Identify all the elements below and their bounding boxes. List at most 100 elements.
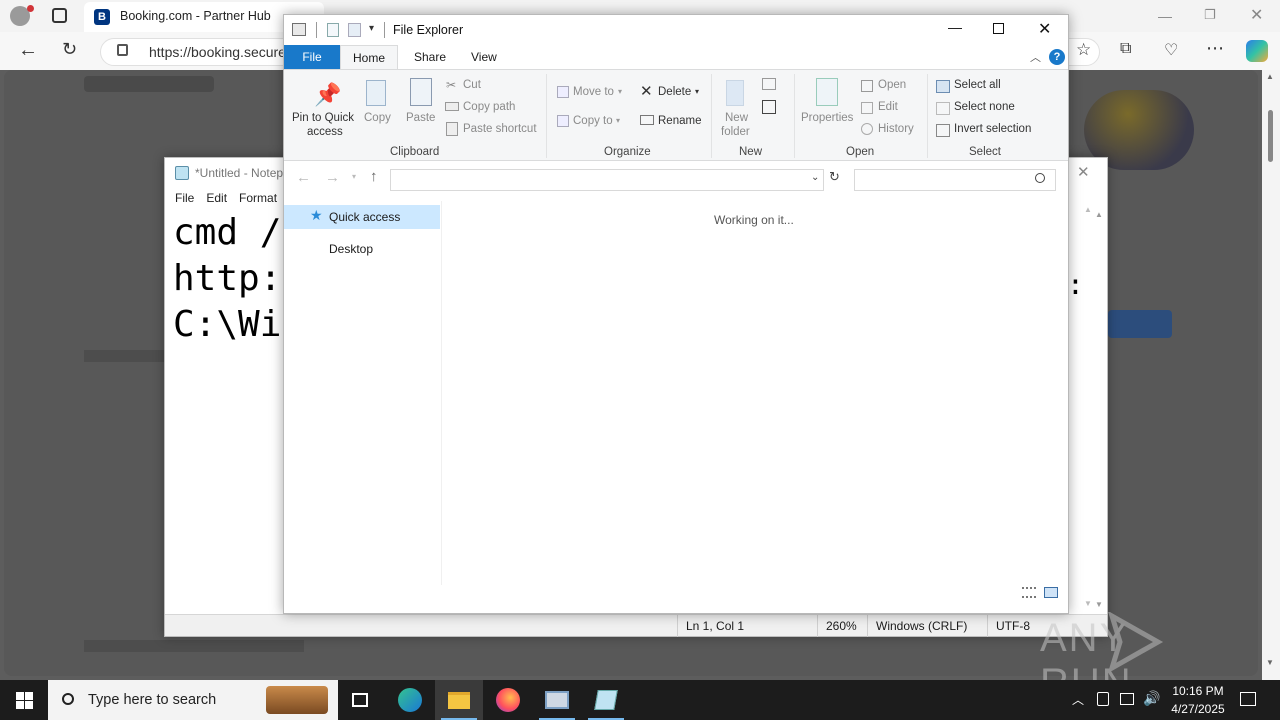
minimize-icon[interactable]: — [1158, 8, 1172, 24]
details-view-icon[interactable] [1022, 587, 1036, 598]
back-icon[interactable]: ← [296, 169, 311, 186]
anyrun-watermark: ANY RUN [1040, 610, 1240, 705]
forward-icon[interactable]: → [325, 169, 340, 186]
rename-button[interactable]: Rename [658, 115, 701, 127]
notepad-text-area[interactable]: cmd / http: C:\Wi [173, 210, 281, 348]
volume-icon[interactable]: 🔊 [1143, 690, 1160, 707]
pin-icon: 📌 [314, 82, 342, 107]
dropdown-icon: ▾ [618, 87, 623, 96]
pin-to-quick-access-button[interactable]: Pin to Quick [292, 112, 354, 124]
text-line: http: [173, 258, 282, 299]
show-hidden-icons[interactable]: ︿ [1072, 691, 1084, 708]
up-icon[interactable]: ↑ [370, 168, 378, 185]
select-all-icon [936, 80, 950, 93]
open-button[interactable]: Open [878, 79, 906, 91]
paste-icon [410, 78, 432, 106]
status-zoom: 260% [817, 615, 867, 637]
move-to-button[interactable]: Move to [573, 86, 614, 98]
easy-access-icon[interactable] [762, 100, 776, 114]
qat-properties-icon[interactable] [327, 23, 339, 37]
menu-format[interactable]: Format [233, 188, 283, 208]
browser-essentials-icon[interactable]: ♡ [1164, 40, 1178, 60]
minimize-icon[interactable]: — [948, 19, 962, 35]
tab-file[interactable]: File [284, 45, 340, 69]
delete-button[interactable]: Delete [658, 86, 691, 98]
paste-button[interactable]: Paste [406, 112, 435, 124]
explorer-search-input[interactable] [854, 169, 1056, 191]
history-icon [861, 123, 873, 135]
ribbon-tabs: File Home Share View ︿ ? [284, 45, 1068, 70]
clock-time[interactable]: 10:16 PM [1170, 684, 1226, 698]
favorites-icon[interactable]: ☆ [1076, 40, 1091, 60]
address-dropdown-icon[interactable]: ⌄ [811, 172, 819, 183]
copy-to-button[interactable]: Copy to [573, 115, 613, 127]
refresh-icon[interactable]: ↻ [62, 39, 77, 60]
task-view-button[interactable] [336, 680, 384, 720]
more-icon[interactable]: ⋯ [1206, 38, 1224, 59]
tab-view[interactable]: View [457, 45, 511, 69]
qat-dropdown-icon[interactable]: ▾ [369, 23, 374, 34]
copy-path-button[interactable]: Copy path [463, 101, 515, 113]
browser-scrollbar[interactable]: ▲ ▼ [1262, 70, 1280, 680]
taskbar-search[interactable]: Type here to search [48, 680, 338, 720]
taskbar-notepad[interactable] [582, 680, 630, 720]
defender-icon[interactable] [1097, 692, 1109, 706]
qat-new-folder-icon[interactable] [348, 23, 361, 37]
properties-button[interactable]: Properties [801, 112, 853, 124]
select-all-button[interactable]: Select all [954, 79, 1001, 91]
group-new: New [739, 146, 763, 158]
menu-edit[interactable]: Edit [200, 188, 233, 208]
copilot-icon[interactable] [1246, 40, 1268, 62]
network-icon[interactable] [1120, 693, 1134, 705]
scroll-up-icon[interactable]: ▲ [1095, 210, 1103, 219]
taskbar-firefox[interactable] [484, 680, 532, 720]
nav-item-quick-access[interactable]: ★ Quick access [284, 205, 440, 229]
notifications-icon[interactable] [1240, 692, 1256, 706]
restore-icon[interactable]: ❐ [1204, 7, 1216, 23]
cut-button[interactable]: Cut [463, 79, 481, 91]
large-icons-view-icon[interactable] [1044, 587, 1058, 598]
menu-file[interactable]: File [169, 188, 200, 208]
tab-share[interactable]: Share [400, 45, 460, 69]
invert-selection-button[interactable]: Invert selection [954, 123, 1031, 135]
scroll-up-icon[interactable]: ▲ [1266, 72, 1274, 81]
close-icon[interactable]: ✕ [1038, 19, 1051, 39]
tab-actions-icon[interactable] [52, 8, 67, 23]
folder-icon [448, 691, 470, 709]
tab-home[interactable]: Home [340, 45, 398, 70]
taskbar-file-explorer[interactable] [435, 680, 483, 720]
content-v-scrollbar[interactable]: ▲ ▼ [1080, 201, 1096, 608]
scroll-down-icon[interactable]: ▼ [1084, 599, 1092, 608]
text-line: C:\Wi [173, 304, 282, 345]
scrollbar-thumb[interactable] [1268, 110, 1273, 162]
explorer-app-icon [292, 23, 306, 36]
new-item-icon[interactable] [762, 78, 776, 90]
start-button[interactable] [0, 680, 48, 720]
copy-button[interactable]: Copy [364, 112, 391, 124]
collapse-ribbon-icon[interactable]: ︿ [1030, 49, 1041, 65]
notepad-close-icon[interactable]: ✕ [1077, 163, 1090, 181]
edit-button[interactable]: Edit [878, 101, 898, 113]
collections-icon[interactable]: ⧉ [1120, 40, 1131, 58]
select-none-button[interactable]: Select none [954, 101, 1015, 113]
taskbar-edge[interactable] [386, 680, 434, 720]
explorer-address-bar[interactable]: ⌄ [390, 169, 824, 191]
refresh-icon[interactable]: ↻ [829, 169, 840, 185]
history-button[interactable]: History [878, 123, 914, 135]
taskbar-rdp[interactable] [533, 680, 581, 720]
nav-item-desktop[interactable]: Desktop [329, 242, 373, 256]
page-footer-blur [84, 640, 304, 652]
recent-locations-icon[interactable]: ▾ [352, 172, 356, 181]
paste-shortcut-button[interactable]: Paste shortcut [463, 123, 537, 135]
maximize-icon[interactable] [993, 23, 1004, 34]
explorer-titlebar: ▾ File Explorer — ✕ [284, 15, 1068, 45]
scroll-down-icon[interactable]: ▼ [1095, 600, 1103, 609]
scroll-down-icon[interactable]: ▼ [1266, 658, 1274, 667]
back-icon[interactable]: ← [18, 39, 38, 62]
close-icon[interactable]: ✕ [1250, 5, 1263, 25]
page-cta-blur [1108, 310, 1172, 338]
scroll-up-icon[interactable]: ▲ [1084, 205, 1092, 214]
clock-date[interactable]: 4/27/2025 [1166, 702, 1230, 716]
help-icon[interactable]: ? [1049, 49, 1065, 65]
new-folder-button[interactable]: New [725, 112, 748, 124]
